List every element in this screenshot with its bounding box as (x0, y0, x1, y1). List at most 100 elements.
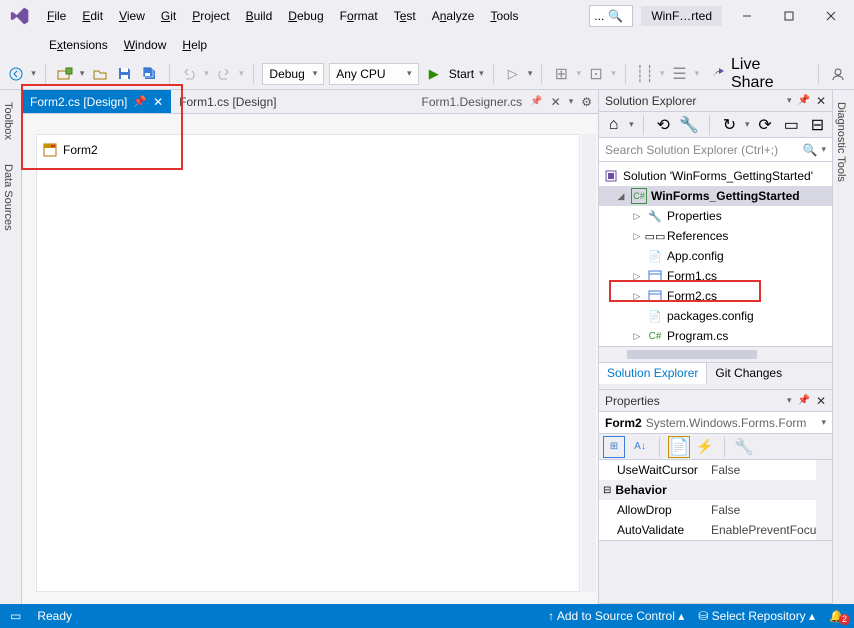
redo-button[interactable] (214, 63, 234, 85)
expander-icon[interactable]: ▷ (631, 231, 643, 242)
panel-dropdown-icon[interactable]: ▾ (787, 395, 792, 406)
menu-edit[interactable]: Edit (75, 5, 110, 27)
open-button[interactable] (89, 63, 109, 85)
prop-autovalidate[interactable]: AutoValidate EnablePreventFocu (599, 520, 816, 540)
account-button[interactable] (828, 63, 848, 85)
tree-appconfig[interactable]: 📄 App.config (599, 246, 832, 266)
menu-analyze[interactable]: Analyze (425, 5, 482, 27)
pin-icon[interactable]: 📌 (530, 96, 542, 107)
props-object-combo[interactable]: Form2 System.Windows.Forms.Form ▾ (599, 412, 832, 434)
close-icon[interactable]: ✕ (551, 95, 561, 109)
config-combo[interactable]: Debug▾ (262, 63, 324, 85)
close-icon[interactable]: ✕ (816, 94, 826, 108)
window-maximize[interactable] (772, 3, 806, 29)
save-button[interactable] (115, 63, 135, 85)
sizing-button[interactable]: ⊡ (586, 63, 606, 85)
se-wrench-icon[interactable]: 🔧 (679, 114, 700, 136)
tab-form2-design[interactable]: Form2.cs [Design] 📌 ✕ (22, 90, 171, 113)
menu-build[interactable]: Build (239, 5, 280, 27)
menu-format[interactable]: Format (333, 5, 385, 27)
select-repo[interactable]: ⛁ Select Repository ▴ (698, 609, 815, 623)
menu-file[interactable]: FFileile (40, 5, 73, 27)
solution-explorer-header[interactable]: Solution Explorer ▾ 📌 ✕ (599, 90, 832, 112)
start-nodebug-dropdown[interactable]: ▾ (528, 68, 533, 79)
menu-tools[interactable]: Tools (483, 5, 525, 27)
editor-vscrollbar[interactable] (582, 134, 596, 592)
collapse-icon[interactable]: ⊟ (603, 485, 611, 496)
add-source-control[interactable]: ↑ Add to Source Control ▴ (548, 609, 684, 623)
notifications-bell[interactable]: 🔔 2 (829, 609, 844, 623)
menu-project[interactable]: Project (185, 5, 236, 27)
inactive-tab-form1-designer[interactable]: Form1.Designer.cs (421, 95, 522, 109)
props-wrench-icon[interactable]: 🔧 (733, 436, 755, 458)
platform-combo[interactable]: Any CPU▾ (329, 63, 418, 85)
pin-icon[interactable]: 📌 (797, 395, 809, 406)
tab-dropdown[interactable]: ▾ (569, 96, 574, 107)
window-minimize[interactable] (730, 3, 764, 29)
live-share-button[interactable]: Live Share (704, 56, 809, 92)
menu-help[interactable]: Help (175, 34, 214, 56)
nav-back-dropdown[interactable]: ▾ (31, 68, 36, 79)
props-prop-icon[interactable]: 📄 (668, 436, 690, 458)
props-vscrollbar[interactable] (816, 460, 832, 540)
align-button[interactable]: ⊞ (551, 63, 571, 85)
tree-properties[interactable]: ▷ 🔧 Properties (599, 206, 832, 226)
se-showall-icon[interactable]: ▭ (781, 114, 802, 136)
se-scope-icon[interactable]: ⟲ (653, 114, 674, 136)
expander-icon[interactable]: ▷ (631, 271, 643, 282)
close-icon[interactable]: ✕ (816, 394, 826, 408)
prop-category-behavior[interactable]: ⊟ Behavior (599, 480, 816, 500)
se-refresh-icon[interactable]: ↻ (719, 114, 740, 136)
tree-program[interactable]: ▷ C# Program.cs (599, 326, 832, 346)
expander-icon[interactable]: ▷ (631, 291, 643, 302)
toolbox-tab[interactable]: Toolbox (0, 96, 21, 146)
order-button[interactable]: ☰ (669, 63, 689, 85)
start-nodebug-button[interactable]: ▷ (503, 63, 523, 85)
new-project-dropdown[interactable]: ▾ (80, 68, 85, 79)
save-all-button[interactable] (140, 63, 160, 85)
tree-form2[interactable]: ▷ Form2.cs (599, 286, 832, 306)
menu-view[interactable]: View (112, 5, 152, 27)
tab-gear-icon[interactable]: ⚙ (581, 95, 592, 109)
menu-debug[interactable]: Debug (281, 5, 330, 27)
expander-icon[interactable]: ▷ (631, 331, 643, 342)
solution-search-input[interactable]: Search Solution Explorer (Ctrl+;) 🔍 ▾ (599, 138, 832, 162)
tree-form1[interactable]: ▷ Form1.cs (599, 266, 832, 286)
diagnostic-tools-tab[interactable]: Diagnostic Tools (833, 96, 854, 188)
tab-form1-design[interactable]: Form1.cs [Design] (171, 90, 284, 113)
pin-icon[interactable]: 📌 (133, 95, 147, 108)
props-events-icon[interactable]: ⚡ (694, 436, 716, 458)
redo-dropdown[interactable]: ▾ (239, 68, 244, 79)
quick-search[interactable]: ... 🔍 (589, 5, 633, 27)
se-hscrollbar[interactable] (599, 346, 832, 362)
menu-git[interactable]: Git (154, 5, 183, 27)
expander-icon[interactable]: ◢ (615, 191, 627, 202)
data-sources-tab[interactable]: Data Sources (0, 158, 21, 237)
git-changes-tab[interactable]: Git Changes (707, 363, 790, 384)
props-alpha-icon[interactable]: A↓ (629, 436, 651, 458)
solution-name-pill[interactable]: WinF…rted (641, 6, 722, 26)
close-tab-icon[interactable]: ✕ (153, 95, 163, 109)
panel-dropdown-icon[interactable]: ▾ (787, 95, 792, 106)
menu-extensions[interactable]: Extensions (42, 34, 115, 56)
nav-back-button[interactable] (6, 63, 26, 85)
tree-references[interactable]: ▷ ▭▭ References (599, 226, 832, 246)
prop-usewaitcursor[interactable]: UseWaitCursor False (599, 460, 816, 480)
prop-allowdrop[interactable]: AllowDrop False (599, 500, 816, 520)
properties-header[interactable]: Properties ▾ 📌 ✕ (599, 390, 832, 412)
expander-icon[interactable]: ▷ (631, 211, 643, 222)
start-label[interactable]: Start (449, 67, 474, 81)
props-categorized-icon[interactable]: ⊞ (603, 436, 625, 458)
undo-button[interactable] (179, 63, 199, 85)
undo-dropdown[interactable]: ▾ (204, 68, 209, 79)
se-collapse-icon[interactable]: ⊟ (807, 114, 828, 136)
start-button[interactable]: ▶ (424, 63, 444, 85)
tree-solution-root[interactable]: Solution 'WinForms_GettingStarted' (599, 166, 832, 186)
menu-window[interactable]: Window (117, 34, 174, 56)
tree-project[interactable]: ◢ C# WinForms_GettingStarted (599, 186, 832, 206)
se-home-icon[interactable]: ⌂ (603, 114, 624, 136)
pin-icon[interactable]: 📌 (797, 95, 809, 106)
menu-test[interactable]: Test (387, 5, 423, 27)
new-project-button[interactable] (55, 63, 75, 85)
tree-packages[interactable]: 📄 packages.config (599, 306, 832, 326)
